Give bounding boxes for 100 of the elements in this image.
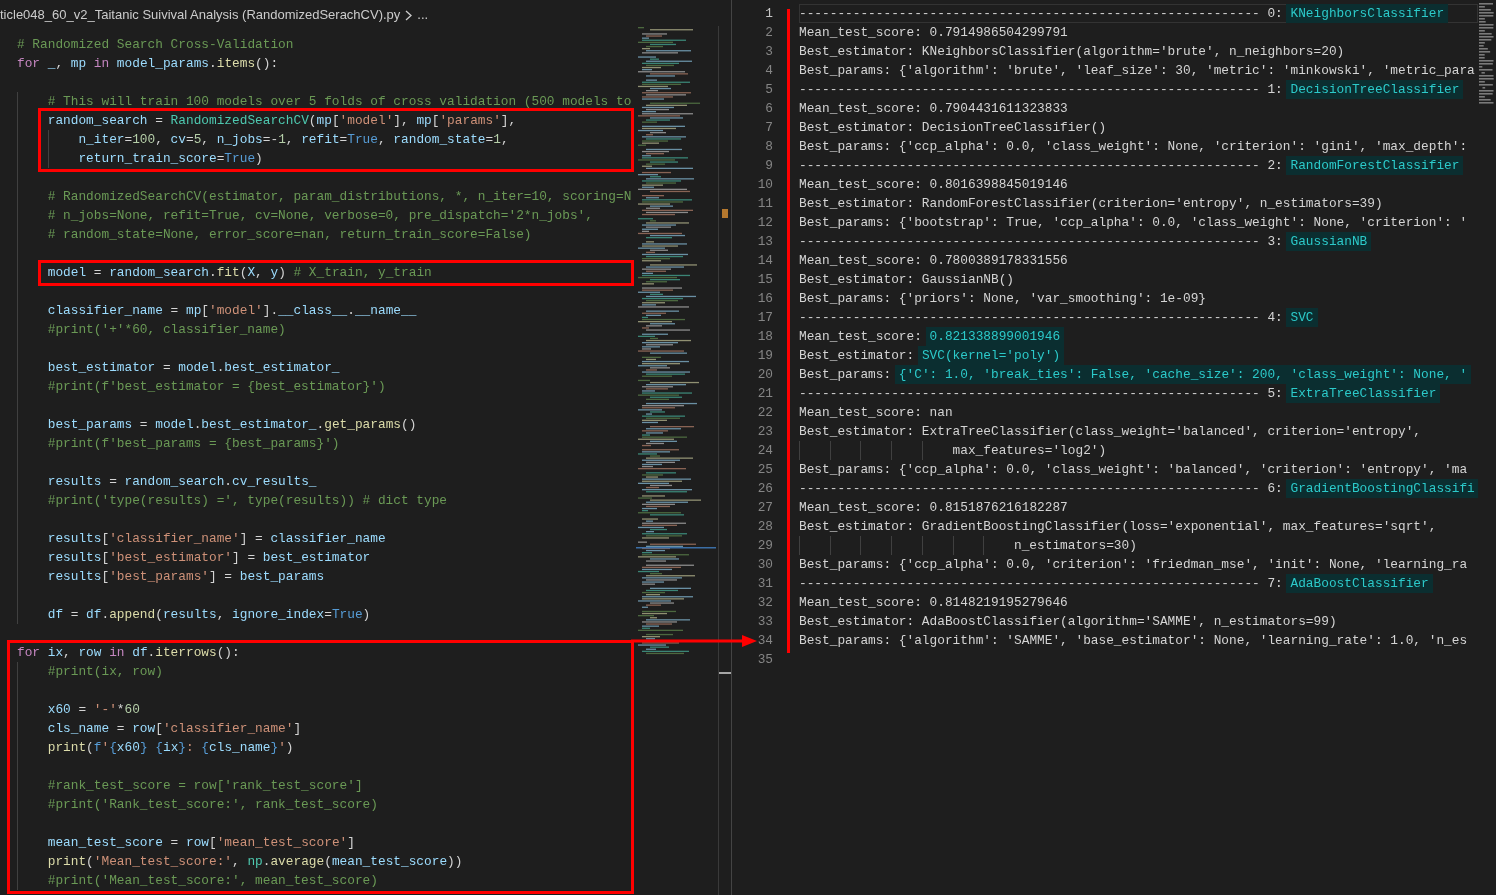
code-line: best_estimator = model.best_estimator_	[47, 359, 340, 377]
line-number: 12	[756, 214, 773, 232]
line-number: 9	[764, 157, 773, 175]
code-line: results['best_params'] = best_params	[47, 568, 325, 586]
output-line: ------------------------------------------------------------ 0: KNeighborsClassifier	[799, 4, 1449, 23]
output-line: Best_estimator: DecisionTreeClassifier()	[799, 119, 1107, 137]
output-line: Mean_test_score: 0.7800389178331556	[799, 252, 1068, 270]
code-line: cls_name = row['classifier_name']	[47, 720, 302, 738]
line-number: 30	[756, 556, 773, 574]
code-line: for ix, row in df.iterrows():	[17, 644, 240, 662]
code-line: #print('Rank_test_score:', rank_test_score)	[47, 796, 378, 814]
output-line: Mean_test_score: nan	[799, 404, 953, 422]
line-number: 3	[764, 43, 773, 61]
code-line: #print(f'best_estimator = {best_estimator}')	[47, 378, 386, 396]
code-line: # n_jobs=None, refit=True, cv=None, verbose=0, pre_dispatch='2*n_jobs',	[47, 207, 593, 225]
line-number: 31	[756, 575, 773, 593]
line-number: 33	[756, 613, 773, 631]
line-number: 32	[756, 594, 773, 612]
line-number: 27	[756, 499, 773, 517]
line-number: 17	[756, 309, 773, 327]
code-line: model = random_search.fit(X, y) # X_train, y_train	[47, 264, 432, 282]
output-line: Mean_test_score: 0.7914986504299791	[799, 24, 1068, 42]
code-line: #print('type(results) =', type(results)) # dict type	[47, 492, 448, 510]
output-line: max_features='log2')	[952, 442, 1107, 460]
line-number: 21	[756, 385, 773, 403]
line-number: 35	[756, 651, 773, 669]
output-line: Best_params: {'C': 1.0, 'break_ties': False, 'cache_size': 200, 'class_weight': None, '	[799, 365, 1472, 384]
code-line: #print(ix, row)	[47, 663, 163, 681]
line-number: 19	[756, 347, 773, 365]
output-line: Best_estimator: GradientBoostingClassifier(loss='exponential', max_features='sqrt',	[799, 518, 1437, 536]
code-line: #print('Mean_test_score:', mean_test_score)	[47, 872, 378, 890]
code-line: classifier_name = mp['model'].__class__.__name__	[47, 302, 417, 320]
line-number: 34	[756, 632, 773, 650]
code-line: n_iter=100, cv=5, n_jobs=-1, refit=True, random_state=1,	[78, 131, 509, 149]
output-line: Best_estimator: GaussianNB()	[799, 271, 1015, 289]
breadcrumb-item[interactable]: ...	[417, 6, 429, 24]
line-number: 1	[764, 5, 773, 23]
output-line: Best_estimator: AdaBoostClassifier(algorithm='SAMME', n_estimators=99)	[799, 613, 1337, 631]
output-line: ------------------------------------------------------------ 6: GradientBoostingClassifi	[799, 479, 1478, 498]
output-line: n_estimators=30)	[1014, 537, 1137, 555]
output-line: Best_params: {'ccp_alpha': 0.0, 'criterion': 'friedman_mse', 'init': None, 'learning_ra	[799, 556, 1468, 574]
code-line: return_train_score=True)	[78, 150, 263, 168]
output-line: Mean_test_score: 0.7904431611323833	[799, 100, 1068, 118]
code-line: #print('+'*60, classifier_name)	[47, 321, 286, 339]
marker-icon	[719, 672, 731, 674]
output-line: ------------------------------------------------------------ 5: ExtraTreeClassifier	[799, 384, 1441, 403]
line-number: 25	[756, 461, 773, 479]
line-number: 20	[756, 366, 773, 384]
code-line: for _, mp in model_params.items():	[17, 55, 279, 73]
code-line: # RandomizedSearchCV(estimator, param_distributions, *, n_iter=10, scoring=N	[47, 188, 632, 206]
output-line: Mean_test_score: 0.8016398845019146	[799, 176, 1068, 194]
output-line: Best_estimator: KNeighborsClassifier(algorithm='brute', n_neighbors=20)	[799, 43, 1345, 61]
marker-icon	[722, 209, 728, 218]
line-number: 26	[756, 480, 773, 498]
line-number: 24	[756, 442, 773, 460]
breadcrumb-item[interactable]: ticle048_60_v2_Taitanic Suivival Analysis (RandomizedSerachCV).py	[0, 6, 401, 24]
code-line: results = random_search.cv_results_	[47, 473, 317, 491]
code-line: results['classifier_name'] = classifier_name	[47, 530, 386, 548]
output-line: ------------------------------------------------------------ 4: SVC	[799, 308, 1318, 327]
output-line: Best_estimator: SVC(kernel='poly')	[799, 346, 1065, 365]
line-number: 28	[756, 518, 773, 536]
output-line: Best_params: {'ccp_alpha': 0.0, 'class_weight': None, 'criterion': 'gini', 'max_depth':	[799, 138, 1468, 156]
code-line: df = df.append(results, ignore_index=True)	[47, 606, 371, 624]
line-number: 18	[756, 328, 773, 346]
output-line: ------------------------------------------------------------ 2: RandomForestClassifier	[799, 156, 1464, 175]
line-number: 6	[764, 100, 773, 118]
output-line: Mean_test_score: 0.821338899001946	[799, 327, 1065, 346]
line-number: 2	[764, 24, 773, 42]
line-number: 22	[756, 404, 773, 422]
line-number: 15	[756, 271, 773, 289]
code-line: #print(f'best_params = {best_params}')	[47, 435, 340, 453]
output-line: ------------------------------------------------------------ 1: DecisionTreeClassifier	[799, 80, 1464, 99]
line-number: 23	[756, 423, 773, 441]
line-number: 13	[756, 233, 773, 251]
code-line: print(f'{x60} {ix}: {cls_name}')	[47, 739, 294, 757]
output-line: Best_params: {'priors': None, 'var_smoothing': 1e-09}	[799, 290, 1206, 308]
code-line: best_params = model.best_estimator_.get_params()	[47, 416, 417, 434]
output-line: ------------------------------------------------------------ 3: GaussianNB	[799, 232, 1372, 251]
code-line: x60 = '-'*60	[47, 701, 140, 719]
line-number: 7	[764, 119, 773, 137]
code-line: random_search = RandomizedSearchCV(mp['model'], mp['params'],	[47, 112, 517, 130]
code-line: # Randomized Search Cross-Validation	[17, 36, 294, 54]
output-line: Best_estimator: RandomForestClassifier(criterion='entropy', n_estimators=39)	[799, 195, 1383, 213]
output-line: Best_params: {'ccp_alpha': 0.0, 'class_weight': 'balanced', 'criterion': 'entropy', 'ma	[799, 461, 1468, 479]
line-number: 10	[756, 176, 773, 194]
output-line: Best_params: {'bootstrap': True, 'ccp_alpha': 0.0, 'class_weight': None, 'criterion': '	[799, 214, 1468, 232]
code-line: results['best_estimator'] = best_estimator	[47, 549, 371, 567]
line-number: 4	[764, 62, 773, 80]
code-line: #rank_test_score = row['rank_test_score']	[47, 777, 363, 795]
line-number: 11	[756, 195, 773, 213]
output-line: Mean_test_score: 0.8148219195279646	[799, 594, 1068, 612]
output-line: Mean_test_score: 0.8151876216182287	[799, 499, 1068, 517]
output-line: Best_params: {'algorithm': 'brute', 'leaf_size': 30, 'metric': 'minkowski', 'metric_para	[799, 62, 1475, 80]
line-number: 14	[756, 252, 773, 270]
line-number: 8	[764, 138, 773, 156]
line-number: 5	[764, 81, 773, 99]
line-number: 16	[756, 290, 773, 308]
output-line: Best_params: {'algorithm': 'SAMME', 'base_estimator': None, 'learning_rate': 1.0, 'n_es	[799, 632, 1468, 650]
output-line: ------------------------------------------------------------ 7: AdaBoostClassifier	[799, 574, 1433, 593]
code-line: # random_state=None, error_score=nan, return_train_score=False)	[47, 226, 532, 244]
